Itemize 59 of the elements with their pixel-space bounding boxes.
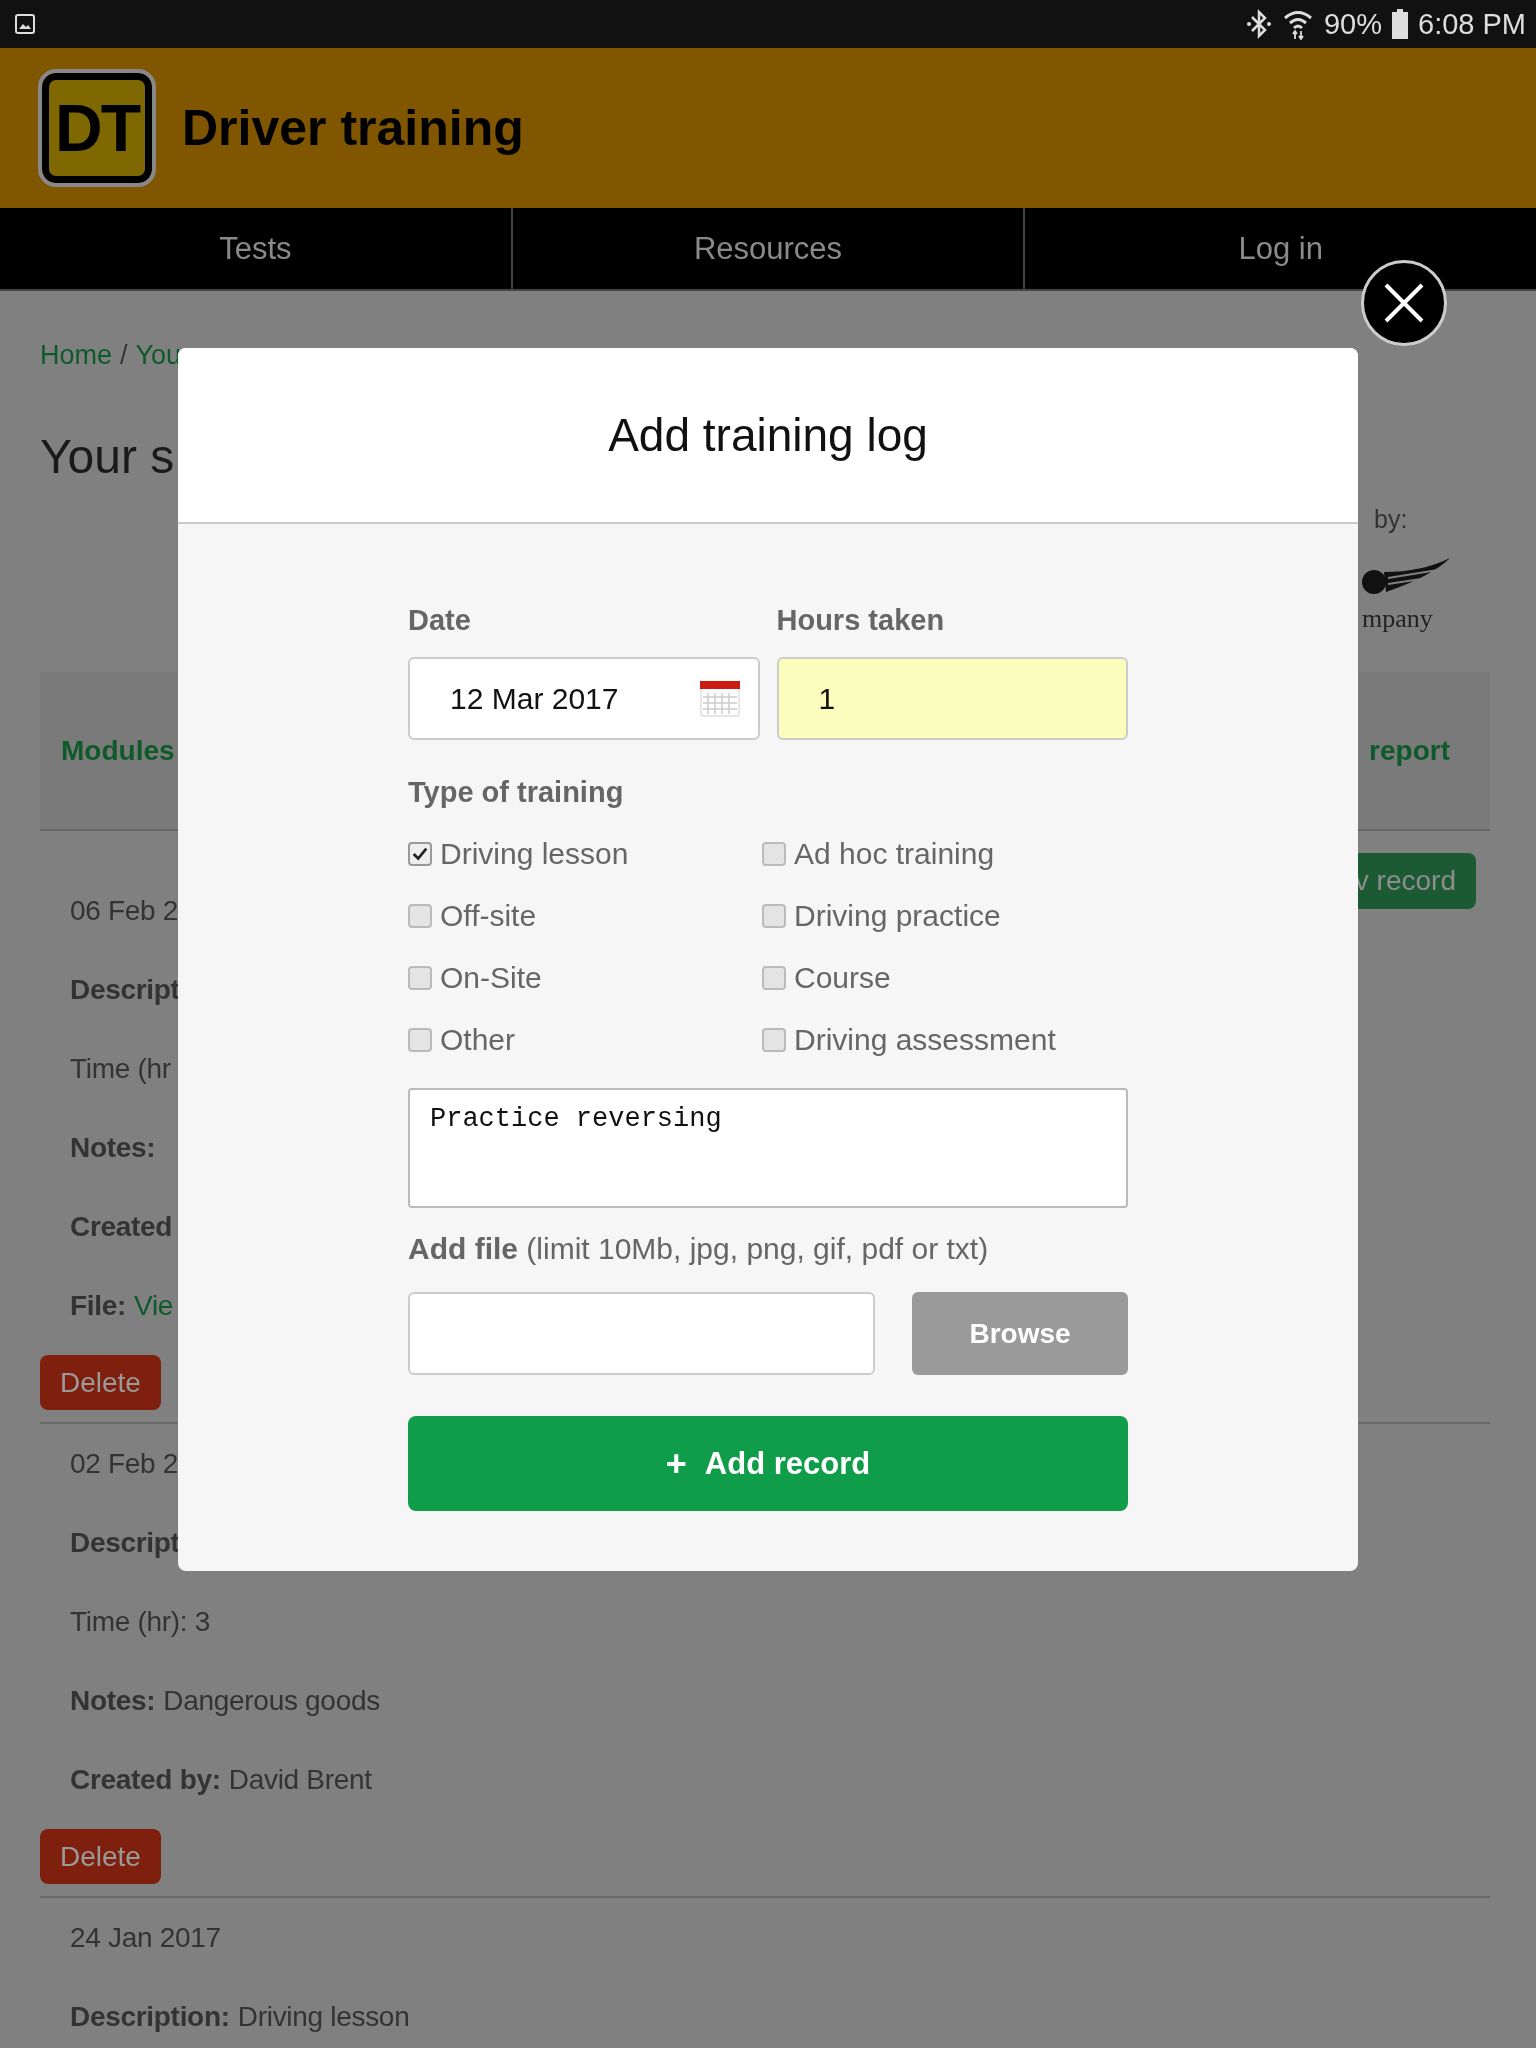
checkbox[interactable] [408,842,432,866]
record-text: Notes: Dangerous goods [69,1683,380,1718]
record-text: Time (hr): 3 [69,1604,211,1639]
nav-link[interactable]: Resources [512,208,1026,289]
checkbox[interactable] [762,842,786,866]
hours-field[interactable]: 1 [776,657,1128,740]
record-text: 02 Feb 2 [69,1446,179,1481]
record-text: 24 Jan 2017 [69,1920,221,1955]
checkbox[interactable] [408,966,432,990]
close-icon [1382,281,1426,325]
check-icon [411,845,429,863]
checkbox-label[interactable]: Other [440,1023,516,1057]
nav-link[interactable]: Tests [0,208,513,289]
checkbox[interactable] [762,1028,786,1052]
record-text: Descript [69,1525,180,1560]
picture-icon [14,13,36,35]
browse-button[interactable]: Browse [912,1292,1128,1375]
file-input[interactable] [408,1292,875,1375]
record-text: 06 Feb 2 [69,893,179,928]
record-text: Notes: [69,1130,156,1165]
checkbox[interactable] [408,904,432,928]
field-label: Type of training [408,776,625,810]
record-text: Description: Driving lesson [69,1999,410,2034]
record-text: Created [69,1209,173,1244]
nav-link[interactable]: Log in [1025,208,1536,289]
record-text: Time (hr [69,1051,171,1086]
add-record-button[interactable]: + Add record [408,1416,1128,1511]
field-label: Hours taken [776,604,946,638]
record-text: Descript [69,972,180,1007]
checkbox-label[interactable]: Course [794,961,891,995]
checkbox[interactable] [762,904,786,928]
sponsor-logo-text: mpany [1362,604,1433,634]
checkbox-label[interactable]: Ad hoc training [794,837,995,871]
checkbox-label[interactable]: Driving assessment [794,1023,1056,1057]
checkbox-label[interactable]: Driving practice [794,899,1001,933]
checkbox[interactable] [762,966,786,990]
checkbox-label[interactable]: Off-site [440,899,537,933]
bluetooth-icon [1245,8,1272,40]
checkbox-label[interactable]: On-Site [440,961,542,995]
clock-time: 6:08 PM [1418,7,1526,41]
record-text: Created by: David Brent [69,1762,372,1797]
breadcrumb-separator: / [120,340,128,371]
page-heading: Your s [40,429,175,485]
date-field[interactable]: 12 Mar 2017 [408,657,760,740]
add-file-label: Add file (limit 10Mb, jpg, png, gif, pdf or txt) [408,1232,990,1267]
checkbox[interactable] [408,1028,432,1052]
notes-textarea[interactable]: Practice reversing [408,1088,1128,1208]
checkbox-label[interactable]: Driving lesson [440,837,629,871]
field-label: Date [408,604,472,638]
sponsor-label: by: [1374,505,1408,534]
modal-title: Add training log [608,408,928,462]
wifi-icon [1281,8,1314,40]
delete-button[interactable]: Delete [40,1355,161,1410]
battery-percent: 90% [1323,7,1382,41]
calendar-icon [699,680,740,717]
file-label: File: [70,1289,127,1322]
battery-icon [1392,9,1408,39]
site-title: Driver training [182,99,524,157]
delete-button[interactable]: Delete [40,1829,161,1884]
